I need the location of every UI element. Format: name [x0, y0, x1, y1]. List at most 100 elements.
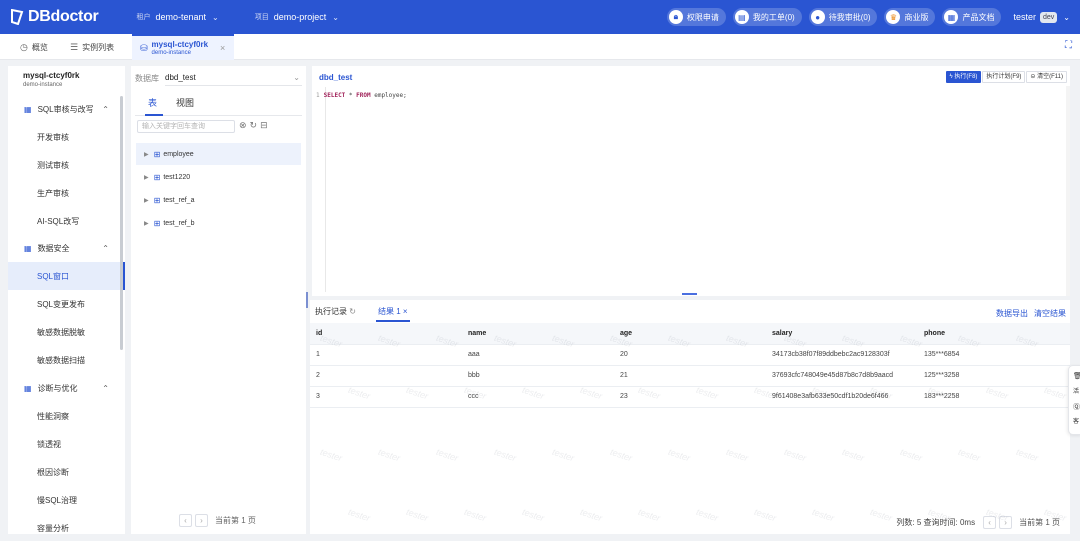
tab-result-1[interactable]: 结果 1 × — [376, 306, 410, 322]
dashboard-icon: ◷ — [20, 41, 28, 52]
sidebar-item-sql-window[interactable]: SQL窗口 — [8, 262, 125, 290]
sidebar-item-sensitive-scan[interactable]: 敏感数据扫描 — [8, 346, 125, 374]
editor-scrollbar[interactable] — [1066, 86, 1070, 296]
cell: 125***3258 — [918, 365, 1070, 387]
chevron-down-icon: ⌄ — [293, 73, 300, 82]
tab-overview[interactable]: ◷ 概览 — [20, 34, 48, 60]
resize-grip[interactable] — [682, 293, 697, 295]
chevron-down-icon: ⌄ — [332, 12, 339, 22]
sidebar-item-slow-sql[interactable]: 慢SQL治理 — [8, 486, 125, 514]
column-header-phone[interactable]: phone — [918, 323, 1070, 345]
expand-icon[interactable]: ▶ — [144, 220, 149, 227]
explain-plan-button[interactable]: 执行计划(F9) — [982, 71, 1026, 83]
expand-icon[interactable]: ▶ — [144, 197, 149, 204]
user-check-icon: ● — [810, 10, 825, 24]
expand-icon[interactable]: ▶ — [144, 174, 149, 181]
nav-section-data-security[interactable]: ▦ 数据安全 ⌃ — [8, 234, 125, 262]
tab-instance-list[interactable]: ☰ 实例列表 — [70, 34, 114, 60]
sql-editor-panel: dbd_test ϟ 执行(F8) 执行计划(F9) ⊝ 清空(F11) 1 SE… — [312, 66, 1070, 296]
logo[interactable]: DBdoctor — [10, 8, 99, 26]
vertical-resize-handle[interactable] — [306, 292, 308, 308]
expand-icon[interactable]: ▶ — [144, 151, 149, 158]
instance-sub: demo-instance — [23, 82, 63, 88]
collapse-icon[interactable]: ⊟ — [260, 120, 268, 131]
table-search-input[interactable]: 输入关键字回车查询 — [137, 120, 235, 133]
tab-tables[interactable]: 表 — [145, 96, 163, 116]
nav-section-diagnosis[interactable]: ▦ 诊断与优化 ⌃ — [8, 374, 125, 402]
permission-request-button[interactable]: 🔒︎ 权限申请 — [666, 8, 726, 26]
database-label: 数据库 — [135, 73, 159, 83]
cell: 9f61408e3afb633e50cdf1b20de6f466 — [766, 386, 918, 408]
next-page-button[interactable]: › — [195, 514, 208, 527]
floating-helper[interactable]: 🗑︎ 活 Ⓠ 客 — [1068, 365, 1080, 435]
float-label-b: 客 — [1073, 419, 1080, 425]
clear-circle-icon: ⊝ — [1030, 74, 1036, 80]
pending-approval-button[interactable]: ● 待我审批(0) — [808, 8, 878, 26]
refresh-icon[interactable]: ↻ — [250, 120, 258, 131]
sidebar-item-lock-view[interactable]: 锁透视 — [8, 430, 125, 458]
sql-code[interactable]: 1 SELECT * FROM employee; — [316, 92, 407, 99]
sidebar-item-prod-review[interactable]: 生产审核 — [8, 179, 125, 207]
table-node-employee[interactable]: ▶ ⊞ employee — [136, 143, 301, 165]
sidebar-item-capacity[interactable]: 容量分析 — [8, 514, 125, 534]
table-row[interactable]: 1 aaa 20 34173cb38f07f89ddbebc2ac9128303… — [310, 344, 1070, 366]
tab-instance[interactable]: ⛁ mysql-ctcyf0rk demo-instance × — [132, 34, 234, 60]
tab-instance-sub: demo-instance — [151, 49, 191, 56]
table-node-test1220[interactable]: ▶ ⊞ test1220 — [136, 166, 301, 188]
clear-editor-button[interactable]: ⊝ 清空(F11) — [1026, 71, 1067, 83]
sql-token: employee; — [370, 92, 407, 99]
results-panel: 执行记录 ↻ 结果 1 × 数据导出 清空结果 id name age sala… — [310, 300, 1070, 534]
nav-section-sql-review[interactable]: ▦ SQL审核与改写 ⌃ — [8, 95, 125, 123]
user-menu[interactable]: tester dev ⌄ — [1013, 11, 1070, 23]
sidebar-item-label: 容量分析 — [37, 523, 69, 533]
tab-instance-list-label: 实例列表 — [82, 42, 115, 52]
product-docs-button[interactable]: ▦ 产品文档 — [942, 8, 1002, 26]
grid-icon: ▦ — [24, 383, 32, 393]
sidebar-item-sql-change-release[interactable]: SQL变更发布 — [8, 290, 125, 318]
horizontal-resize-handle[interactable] — [309, 293, 1070, 297]
dbdoctor-logo-icon — [11, 9, 24, 25]
commercial-edition-button[interactable]: ♛ 商业版 — [884, 8, 936, 26]
export-data-link[interactable]: 数据导出 — [996, 308, 1028, 319]
nav-section-label: SQL审核与改写 — [37, 104, 94, 114]
flash-icon: ϟ — [949, 74, 953, 80]
line-gutter-divider — [325, 87, 326, 292]
cell: 34173cb38f07f89ddbebc2ac9128303f — [766, 344, 918, 366]
clear-results-link[interactable]: 清空结果 — [1034, 308, 1066, 319]
cell: 37693cfc748049e45d87b8c7d8b9aacd — [766, 365, 918, 387]
tenant-selector[interactable]: 租户 demo-tenant ⌄ — [136, 12, 218, 22]
project-selector[interactable]: 项目 demo-project ⌄ — [255, 12, 339, 22]
tab-instance-label: mysql-ctcyf0rk — [151, 39, 209, 49]
sidebar-item-performance-insight[interactable]: 性能洞察 — [8, 402, 125, 430]
results-tabs: 执行记录 ↻ 结果 1 × 数据导出 清空结果 — [310, 300, 1070, 324]
table-node-test-ref-a[interactable]: ▶ ⊞ test_ref_a — [136, 189, 301, 211]
grid-icon: ▦ — [24, 243, 32, 253]
database-select[interactable]: dbd_test ⌄ — [165, 70, 302, 86]
close-icon[interactable]: × — [220, 43, 225, 53]
my-tickets-button[interactable]: ▤ 我的工单(0) — [732, 8, 802, 26]
table-row[interactable]: 2 bbb 21 37693cfc748049e45d87b8c7d8b9aac… — [310, 365, 1070, 387]
refresh-icon[interactable]: ↻ — [349, 307, 356, 316]
tab-exec-history[interactable]: 执行记录 ↻ — [315, 306, 356, 317]
column-header-name[interactable]: name — [462, 323, 614, 345]
tab-views[interactable]: 视图 — [176, 96, 194, 116]
execute-button[interactable]: ϟ 执行(F8) — [945, 71, 982, 83]
cell: 21 — [614, 365, 766, 387]
table-node-test-ref-b[interactable]: ▶ ⊞ test_ref_b — [136, 212, 301, 234]
clear-icon[interactable]: ⊗ — [239, 120, 247, 131]
chevron-down-icon: ⌄ — [1063, 12, 1070, 22]
prev-page-button[interactable]: ‹ — [179, 514, 192, 527]
fullscreen-icon[interactable]: ⛶ — [1065, 40, 1072, 51]
execute-label: 执行(F8) — [954, 74, 978, 80]
sidebar-item-ai-sql-rewrite[interactable]: AI-SQL改写 — [8, 207, 125, 235]
page-indicator: 当前第 1 页 — [215, 516, 256, 525]
tab-exec-history-label: 执行记录 — [315, 307, 347, 316]
sidebar-scrollbar[interactable] — [120, 96, 123, 350]
sidebar-item-data-masking[interactable]: 敏感数据脱敏 — [8, 318, 125, 346]
sidebar-item-test-review[interactable]: 测试审核 — [8, 151, 125, 179]
sidebar-item-dev-review[interactable]: 开发审核 — [8, 123, 125, 151]
cell: 2 — [310, 365, 462, 387]
close-icon[interactable]: × — [403, 307, 408, 316]
sidebar-item-root-cause[interactable]: 根因诊断 — [8, 458, 125, 486]
sidebar-item-label: 慢SQL治理 — [37, 495, 78, 505]
